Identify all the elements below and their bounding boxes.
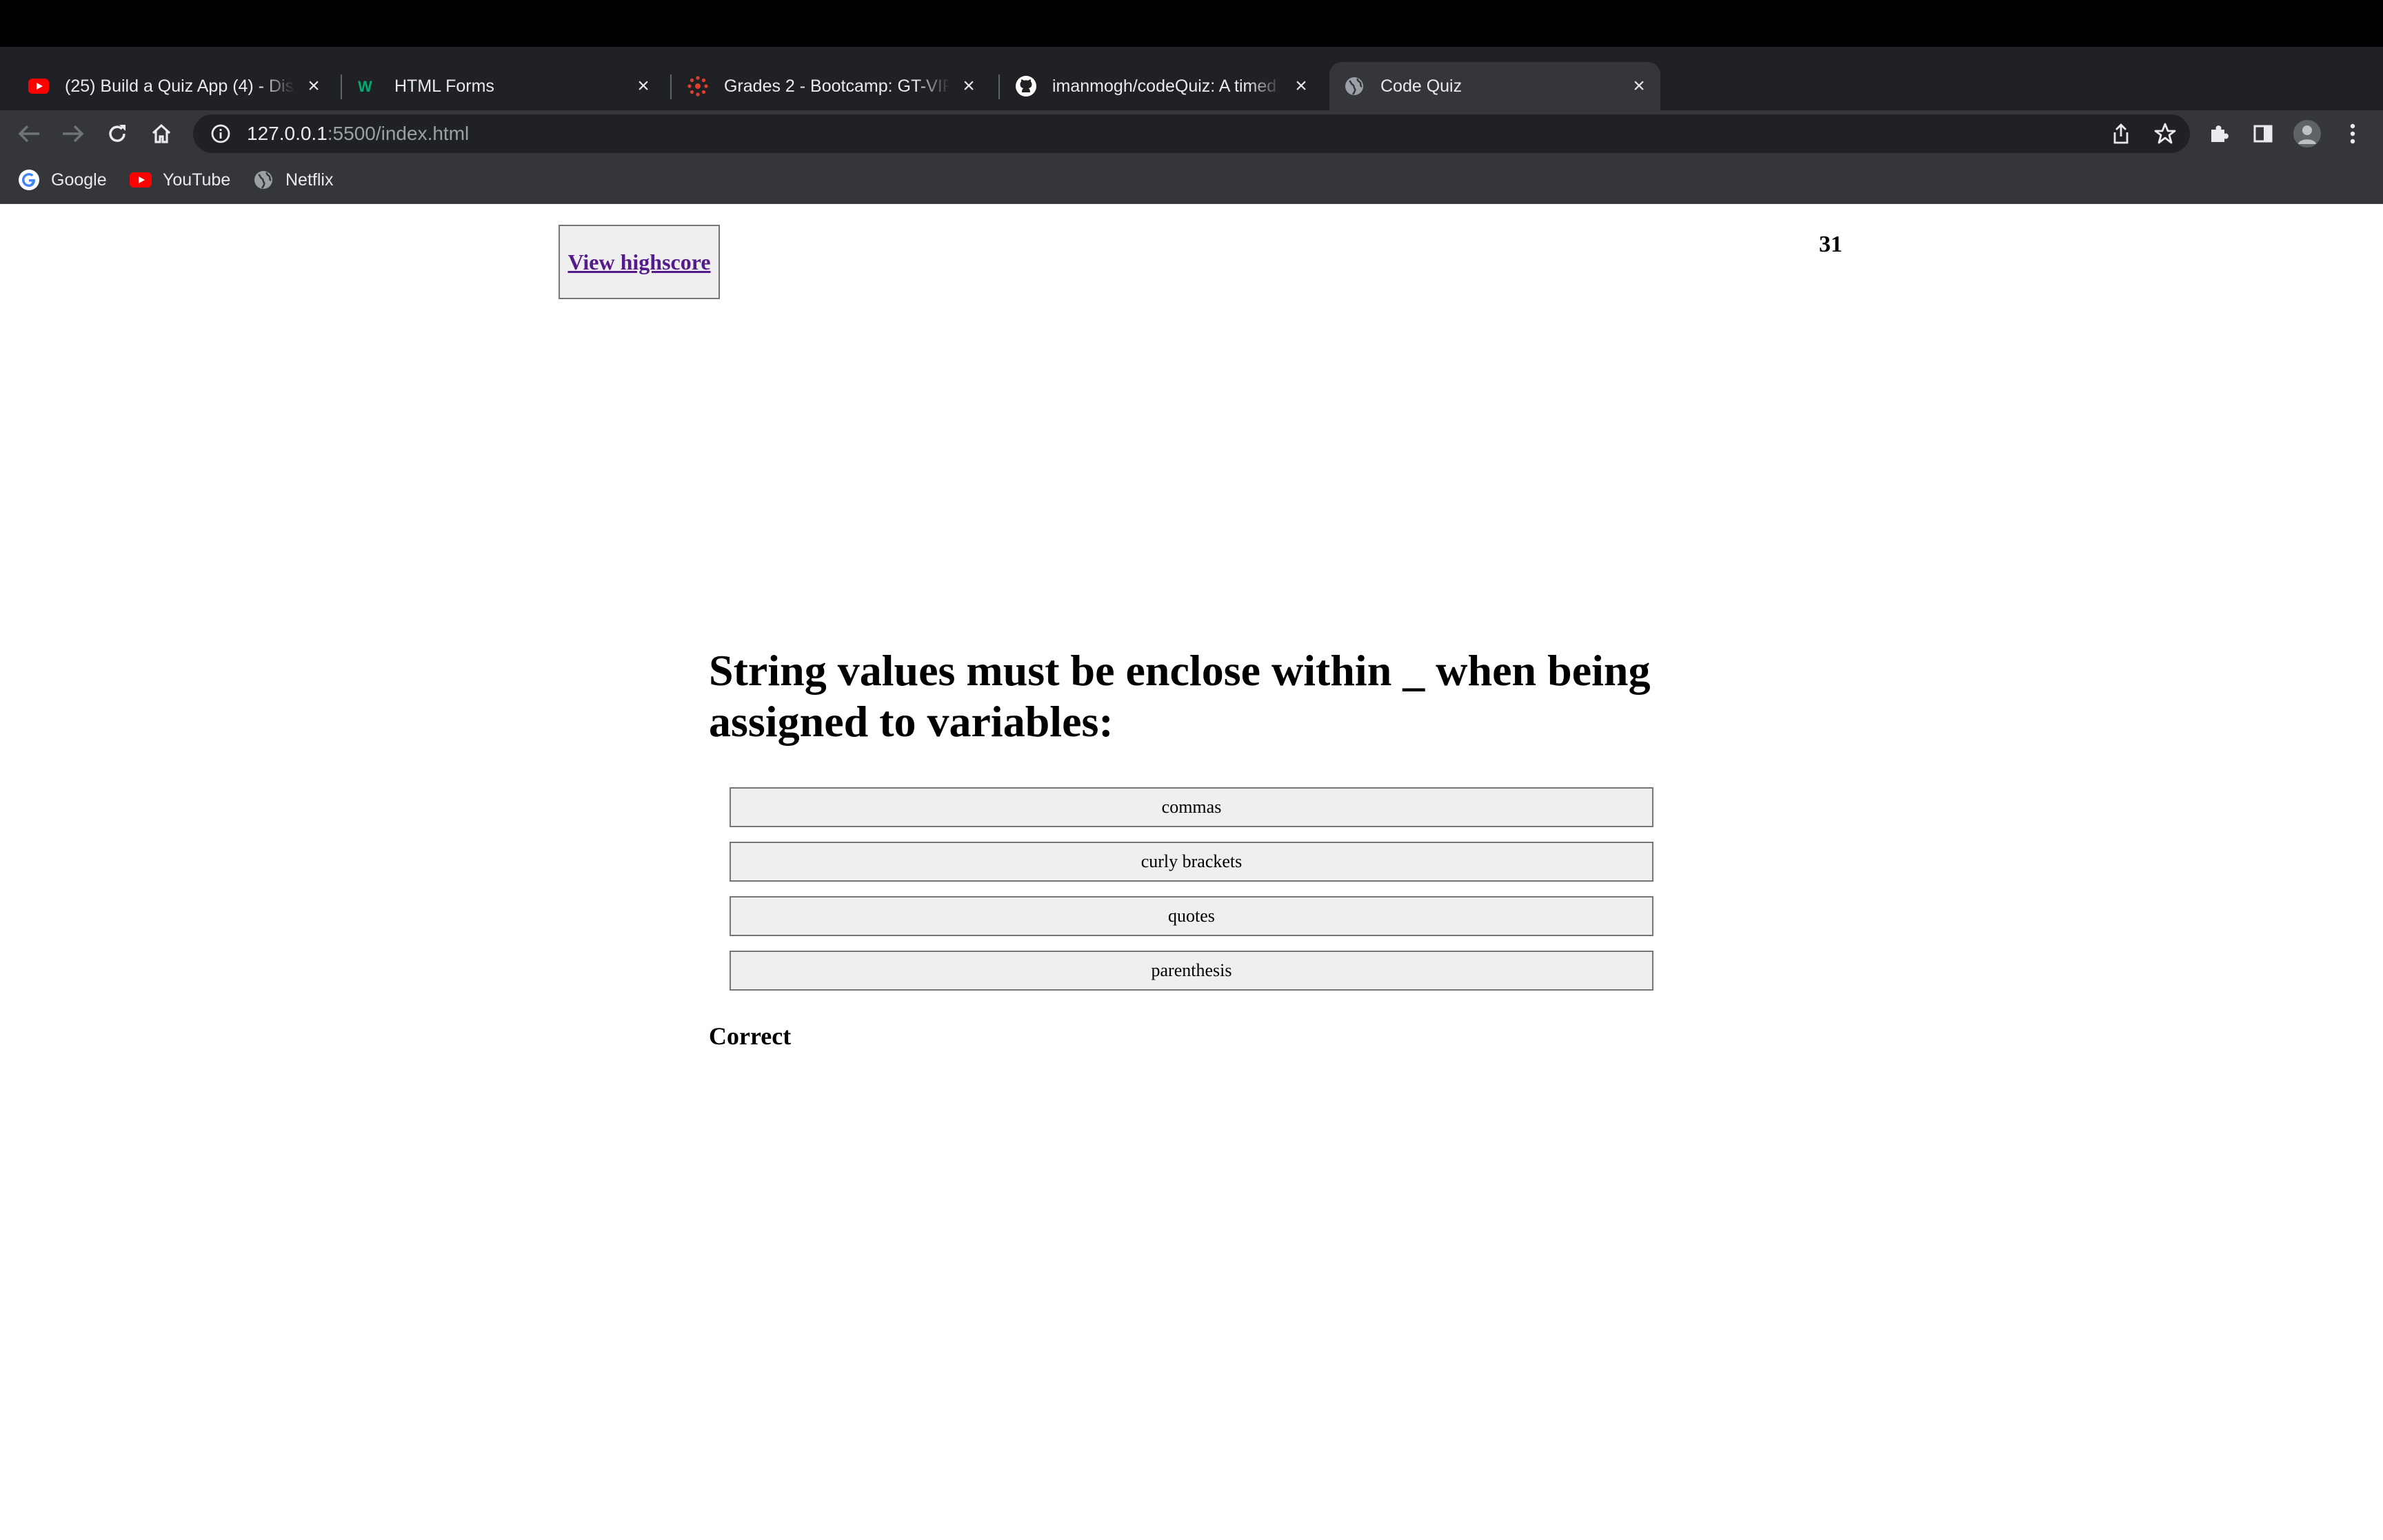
answer-button-curly-brackets[interactable]: curly brackets: [730, 842, 1653, 882]
tab-strip: (25) Build a Quiz App (4) - Disp × W HTM…: [0, 47, 2383, 141]
tab-title: imanmogh/codeQuiz: A timed c: [1052, 76, 1283, 96]
tab-html-forms[interactable]: W HTML Forms ×: [343, 62, 665, 110]
globe-icon: [1343, 75, 1365, 97]
address-bar[interactable]: 127.0.0.1:5500/index.html: [193, 114, 2190, 153]
url-text: 127.0.0.1:5500/index.html: [247, 123, 469, 145]
globe-icon: [252, 169, 274, 191]
google-icon: [18, 169, 40, 191]
tab-title: (25) Build a Quiz App (4) - Disp: [65, 76, 295, 96]
tab-title: Code Quiz: [1380, 76, 1462, 96]
tab-github-codequiz[interactable]: imanmogh/codeQuiz: A timed c ×: [1001, 62, 1323, 110]
site-info-icon[interactable]: [207, 120, 234, 148]
tab-title: Grades 2 - Bootcamp: GT-VIRT: [724, 76, 950, 96]
tab-divider: [341, 74, 342, 99]
bookmark-google[interactable]: Google: [18, 167, 107, 193]
browser-toolbar: 127.0.0.1:5500/index.html: [0, 110, 2383, 156]
question-text: String values must be enclose within _ w…: [709, 646, 1651, 746]
more-menu-icon[interactable]: [2337, 119, 2368, 149]
tab-divider: [998, 74, 1000, 99]
close-tab-icon[interactable]: ×: [1289, 74, 1313, 98]
w3schools-icon: W: [357, 75, 379, 97]
bookmark-star-icon[interactable]: [2150, 119, 2180, 149]
close-tab-icon[interactable]: ×: [1627, 74, 1651, 98]
bookmarks-bar: Google YouTube Netflix: [0, 156, 2383, 204]
close-tab-icon[interactable]: ×: [302, 74, 325, 98]
bookmark-netflix[interactable]: Netflix: [252, 167, 333, 193]
bookmark-youtube[interactable]: YouTube: [130, 167, 230, 193]
tab-divider: [670, 74, 672, 99]
answer-feedback: Correct: [709, 1022, 792, 1050]
reload-icon[interactable]: [102, 119, 132, 149]
profile-avatar[interactable]: [2292, 119, 2322, 149]
tab-title: HTML Forms: [394, 76, 494, 96]
tab-code-quiz[interactable]: Code Quiz ×: [1329, 62, 1660, 110]
forward-arrow-icon[interactable]: [58, 119, 88, 149]
page-content: View highscore 31 String values must be …: [0, 204, 2383, 1540]
tab-youtube-quiz-app[interactable]: (25) Build a Quiz App (4) - Disp ×: [14, 62, 335, 110]
answer-button-parenthesis[interactable]: parenthesis: [730, 951, 1653, 991]
github-icon: [1015, 75, 1037, 97]
youtube-icon: [130, 169, 152, 191]
tab-grades-bootcamp[interactable]: Grades 2 - Bootcamp: GT-VIRT ×: [673, 62, 990, 110]
window-titlebar: [0, 0, 2383, 47]
svg-text:W: W: [358, 79, 372, 94]
url-path: :5500/index.html: [327, 123, 470, 144]
extensions-puzzle-icon[interactable]: [2204, 119, 2234, 149]
back-arrow-icon[interactable]: [14, 119, 44, 149]
youtube-icon: [28, 75, 50, 97]
canvas-icon: [687, 75, 709, 97]
timer-countdown: 31: [1819, 232, 1842, 257]
home-icon[interactable]: [146, 119, 177, 149]
answer-button-quotes[interactable]: quotes: [730, 896, 1653, 936]
answer-button-commas[interactable]: commas: [730, 787, 1653, 827]
view-highscore-link[interactable]: View highscore: [567, 250, 710, 275]
url-host: 127.0.0.1: [247, 123, 328, 144]
close-tab-icon[interactable]: ×: [632, 74, 655, 98]
bookmark-label: Google: [51, 170, 107, 190]
view-highscore-button[interactable]: View highscore: [559, 225, 720, 299]
side-panel-icon[interactable]: [2248, 119, 2278, 149]
share-icon[interactable]: [2106, 119, 2136, 149]
bookmark-label: YouTube: [163, 170, 231, 190]
bookmark-label: Netflix: [285, 170, 334, 190]
close-tab-icon[interactable]: ×: [957, 74, 981, 98]
